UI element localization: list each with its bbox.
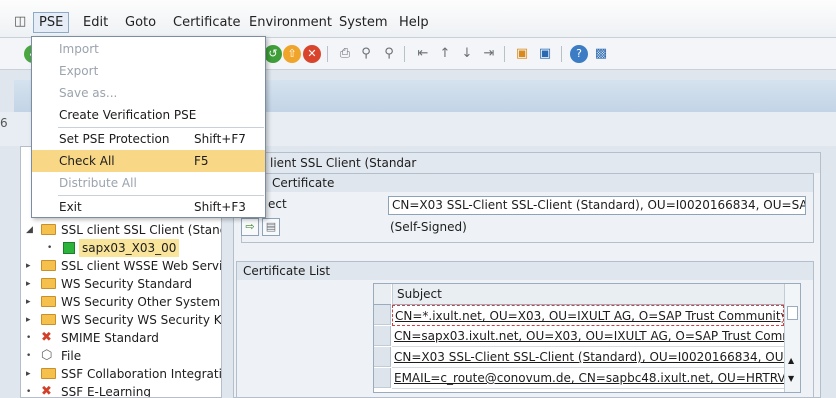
- system-menu-icon[interactable]: ◫: [14, 14, 26, 29]
- menu-item-create-verification-pse[interactable]: Create Verification PSE: [32, 104, 265, 126]
- previous-page-icon[interactable]: ↑: [436, 45, 454, 63]
- row-selector[interactable]: [374, 326, 391, 346]
- table-row[interactable]: EMAIL=c_route@conovum.de, CN=sapbc48.ixu…: [392, 368, 784, 389]
- help-icon[interactable]: ?: [570, 45, 588, 63]
- menu-certificate[interactable]: Certificate: [173, 15, 241, 30]
- menu-help[interactable]: Help: [399, 15, 429, 30]
- expand-icon[interactable]: ▸: [26, 293, 36, 311]
- tree-node-ssf-elearning[interactable]: • ✖ SSF E-Learning: [21, 383, 221, 398]
- error-x-icon: ✖: [41, 384, 52, 398]
- expand-icon[interactable]: ▸: [26, 365, 36, 383]
- tree-node-ssl-client-wsse[interactable]: ▸ SSL client WSSE Web Servic: [21, 257, 221, 275]
- next-page-icon[interactable]: ↓: [458, 45, 476, 63]
- folder-icon: [41, 260, 56, 271]
- menu-item-export[interactable]: Export: [32, 60, 265, 82]
- leaf-bullet-icon: •: [26, 351, 32, 361]
- table-scrollbar[interactable]: ▲ ▼: [784, 284, 800, 392]
- new-session-icon[interactable]: ▣: [513, 45, 531, 63]
- menu-item-check-all[interactable]: Check All F5: [32, 150, 265, 172]
- tree-node-ws-security-standard[interactable]: ▸ WS Security Standard: [21, 275, 221, 293]
- scroll-up-icon[interactable]: ▲: [788, 356, 794, 365]
- toolbar-separator: [504, 46, 505, 62]
- table-row[interactable]: CN=*.ixult.net, OU=X03, OU=IXULT AG, O=S…: [392, 305, 784, 326]
- back-icon[interactable]: ↺: [264, 45, 282, 63]
- find-icon[interactable]: ⚲: [357, 45, 375, 63]
- row-selector[interactable]: [374, 305, 391, 325]
- first-page-icon[interactable]: ⇤: [414, 45, 432, 63]
- error-x-icon: ✖: [41, 330, 52, 345]
- pse-dropdown-menu: Import Export Save as... Create Verifica…: [31, 36, 266, 218]
- scroll-down-icon[interactable]: ▼: [788, 374, 794, 383]
- toolbar-separator: [404, 46, 405, 62]
- shortcut-label: Shift+F3: [194, 200, 246, 214]
- toolbar-separator: [561, 46, 562, 62]
- menu-environment[interactable]: Environment: [249, 15, 332, 30]
- menu-edit[interactable]: Edit: [83, 15, 108, 30]
- issuer-value: (Self-Signed): [390, 220, 467, 234]
- scroll-thumb[interactable]: [787, 306, 798, 320]
- tree-node-ssl-client-standard[interactable]: ◢ SSL client SSL Client (Standa: [21, 221, 221, 239]
- column-header-subject[interactable]: Subject: [392, 284, 784, 305]
- certificate-detail-icon[interactable]: ▤: [262, 218, 280, 236]
- leaf-bullet-icon: •: [47, 243, 53, 253]
- shortcut-label: Shift+F7: [194, 132, 246, 146]
- expand-icon[interactable]: ▸: [26, 275, 36, 293]
- tree-node-ws-security-key[interactable]: ▸ WS Security WS Security Key: [21, 311, 221, 329]
- tree-node-ws-security-other[interactable]: ▸ WS Security Other System E: [21, 293, 221, 311]
- print-icon[interactable]: ⎙: [336, 45, 354, 63]
- file-cube-icon: ⬡: [41, 348, 53, 363]
- menu-item-distribute-all[interactable]: Distribute All: [32, 172, 265, 194]
- menu-system[interactable]: System: [339, 15, 387, 30]
- panel-title: lient SSL Client (Standar: [234, 153, 820, 173]
- tree-node-sapx03[interactable]: • sapx03_X03_00: [21, 239, 221, 257]
- menu-goto[interactable]: Goto: [125, 15, 156, 30]
- find-next-icon[interactable]: ⚲: [380, 45, 398, 63]
- menu-item-set-pse-protection[interactable]: Set PSE Protection Shift+F7: [32, 128, 265, 150]
- folder-icon: [41, 278, 56, 289]
- shortcut-label: F5: [194, 154, 209, 168]
- leaf-bullet-icon: •: [26, 387, 32, 397]
- tree-node-smime-standard[interactable]: • ✖ SMIME Standard: [21, 329, 221, 347]
- folder-icon: [41, 314, 56, 325]
- subbar-text: 6: [0, 116, 8, 130]
- last-page-icon[interactable]: ⇥: [480, 45, 498, 63]
- row-selector[interactable]: [374, 368, 391, 388]
- tree-node-ssf-collaboration[interactable]: ▸ SSF Collaboration Integration: [21, 365, 221, 383]
- menu-item-exit[interactable]: Exit Shift+F3: [32, 196, 265, 218]
- subject-label: ect: [268, 197, 287, 211]
- toolbar-separator: [327, 46, 328, 62]
- menu-item-import[interactable]: Import: [32, 38, 265, 60]
- leaf-bullet-icon: •: [26, 333, 32, 343]
- expand-icon[interactable]: ▸: [26, 257, 36, 275]
- collapse-icon[interactable]: ◢: [26, 221, 36, 239]
- select-all-cell[interactable]: [374, 284, 391, 305]
- exit-icon[interactable]: ⇧: [283, 45, 301, 63]
- menu-pse[interactable]: PSE: [33, 12, 70, 33]
- certificate-table: Subject CN=*.ixult.net, OU=X03, OU=IXULT…: [373, 283, 801, 393]
- shortcut-icon[interactable]: ▣: [536, 45, 554, 63]
- certificate-list-title: Certificate List: [237, 262, 813, 280]
- folder-open-icon: [41, 224, 56, 235]
- folder-icon: [41, 368, 56, 379]
- veri-pse-icon[interactable]: ⇨: [241, 218, 259, 236]
- tree-node-file[interactable]: • ⬡ File: [21, 347, 221, 365]
- table-row[interactable]: CN=X03 SSL-Client SSL-Client (Standard),…: [392, 347, 784, 368]
- folder-icon: [41, 296, 56, 307]
- layout-icon[interactable]: ▩: [592, 45, 610, 63]
- own-certificate-title: Certificate: [242, 174, 813, 192]
- menu-bar: ◫ PSE Edit Goto Certificate Environment …: [0, 0, 836, 38]
- expand-icon[interactable]: ▸: [26, 311, 36, 329]
- menu-item-save-as[interactable]: Save as...: [32, 82, 265, 104]
- row-selector[interactable]: [374, 347, 391, 367]
- table-row[interactable]: CN=sapx03.ixult.net, OU=X03, OU=IXULT AG…: [392, 326, 784, 347]
- green-status-icon: [63, 242, 75, 254]
- cancel-icon[interactable]: ✕: [303, 45, 321, 63]
- subject-field[interactable]: CN=X03 SSL-Client SSL-Client (Standard),…: [388, 196, 806, 215]
